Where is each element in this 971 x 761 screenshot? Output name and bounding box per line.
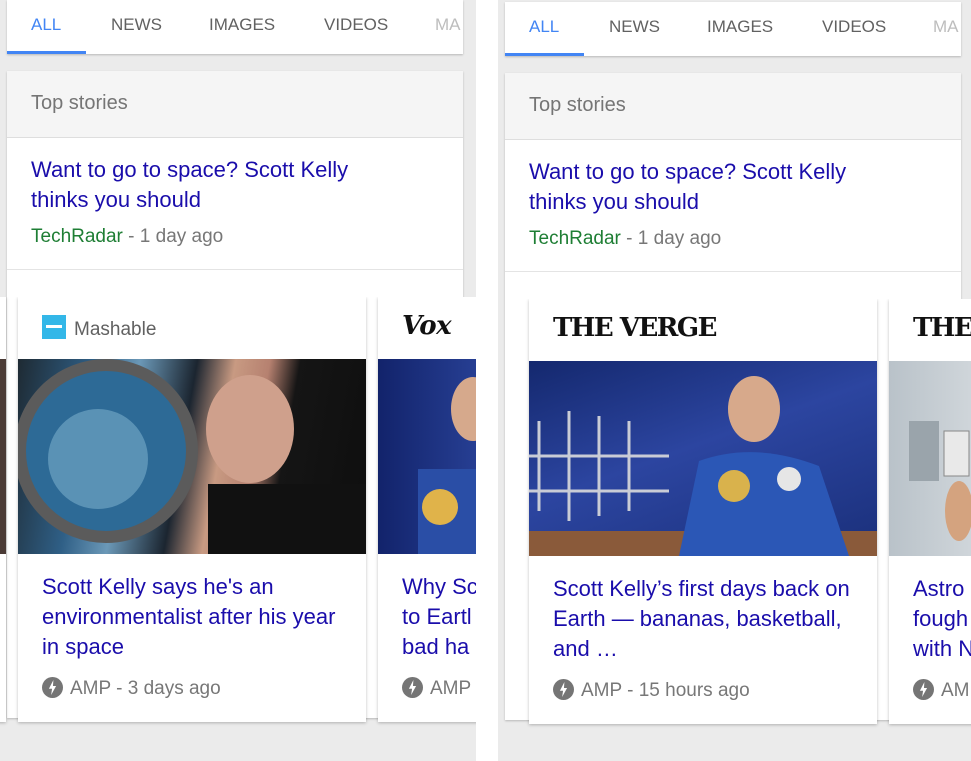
amp-label: AMP [70, 678, 111, 699]
divider [505, 271, 961, 272]
mashable-logo-icon [42, 315, 66, 339]
the-verge-logo: THE VERGE [553, 313, 717, 343]
divider [7, 269, 463, 270]
tab-images[interactable]: IMAGES [707, 2, 773, 54]
amp-label: AMP [581, 680, 622, 701]
story-time: - 3 days ago [116, 678, 221, 699]
amp-label: AM [941, 680, 970, 701]
amp-lightning-icon [402, 677, 423, 698]
story-image [889, 361, 971, 556]
top-stories-header: Top stories [505, 73, 961, 140]
story-card-partial-prev[interactable] [0, 297, 6, 722]
story-image [378, 359, 476, 554]
publisher-name: Mashable [74, 319, 157, 340]
astronaut-illustration [418, 377, 476, 554]
tab-maps-partial[interactable]: MA [435, 0, 461, 52]
story-carousel[interactable]: Mashable Scott Kelly says he's an enviro… [0, 297, 476, 727]
right-screenshot: ALL NEWS IMAGES VIDEOS MA Top stories Wa… [498, 0, 971, 761]
the-verge-logo: THE V [913, 313, 971, 343]
story-image [529, 361, 877, 556]
story-meta: AMP - 15 hours ago [553, 679, 750, 702]
story-title[interactable]: Astro fough with N [913, 574, 971, 664]
tab-maps-partial[interactable]: MA [933, 2, 959, 54]
lead-story-source: TechRadar [31, 226, 123, 247]
tab-videos[interactable]: VIDEOS [324, 0, 388, 52]
iss-window-illustration [18, 359, 366, 554]
tab-images[interactable]: IMAGES [209, 0, 275, 52]
astronaut-illustration [529, 376, 877, 556]
story-meta: AM [913, 679, 970, 702]
lead-story-meta: TechRadar - 1 day ago [529, 228, 721, 250]
left-screenshot: ALL NEWS IMAGES VIDEOS MA Top stories Wa… [0, 0, 476, 761]
story-image [18, 359, 366, 554]
search-tabs: ALL NEWS IMAGES VIDEOS MA [505, 2, 961, 56]
vox-logo: Vox [402, 311, 452, 341]
story-time: - 15 hours ago [627, 680, 750, 701]
story-image-partial [0, 359, 6, 554]
lead-story-source: TechRadar [529, 228, 621, 249]
story-title[interactable]: Why Sc to Eartl bad ha [402, 572, 476, 662]
amp-label: AMP [430, 678, 472, 699]
tab-all[interactable]: ALL [529, 2, 559, 54]
story-meta: AMP - 3 days ago [42, 677, 221, 700]
amp-lightning-icon [42, 677, 63, 698]
story-card-mashable[interactable]: Mashable Scott Kelly says he's an enviro… [18, 297, 366, 722]
amp-lightning-icon [553, 679, 574, 700]
screenshot-gap [476, 0, 498, 761]
story-meta: AMP [402, 677, 471, 700]
amp-lightning-icon [913, 679, 934, 700]
lead-story-meta: TechRadar - 1 day ago [31, 226, 223, 248]
lead-story-title[interactable]: Want to go to space? Scott Kelly thinks … [529, 157, 909, 217]
lead-story-time: - 1 day ago [626, 228, 722, 249]
lead-story-time: - 1 day ago [128, 226, 224, 247]
story-title[interactable]: Scott Kelly’s first days back on Earth —… [553, 574, 853, 664]
story-card-the-verge[interactable]: THE VERGE Scott Kelly’s first days back … [529, 299, 877, 724]
top-stories-header: Top stories [7, 71, 463, 138]
tab-news[interactable]: NEWS [609, 2, 660, 54]
search-tabs: ALL NEWS IMAGES VIDEOS MA [7, 0, 463, 54]
tab-all[interactable]: ALL [31, 0, 61, 52]
lead-story-title[interactable]: Want to go to space? Scott Kelly thinks … [31, 155, 411, 215]
publisher-mashable: Mashable [42, 315, 156, 341]
active-tab-indicator [7, 51, 86, 54]
tab-videos[interactable]: VIDEOS [822, 2, 886, 54]
story-card-the-verge-next[interactable]: THE V Astro fough with N AM [889, 299, 971, 724]
section-title: Top stories [529, 94, 626, 116]
station-interior-illustration [909, 421, 971, 541]
active-tab-indicator [505, 53, 584, 56]
story-card-vox[interactable]: Vox Why Sc to Eartl bad ha AMP [378, 297, 476, 722]
story-carousel[interactable]: THE VERGE Scott Kelly’s first days back … [498, 299, 971, 729]
section-title: Top stories [31, 92, 128, 114]
story-title[interactable]: Scott Kelly says he's an environmentalis… [42, 572, 342, 662]
tab-news[interactable]: NEWS [111, 0, 162, 52]
